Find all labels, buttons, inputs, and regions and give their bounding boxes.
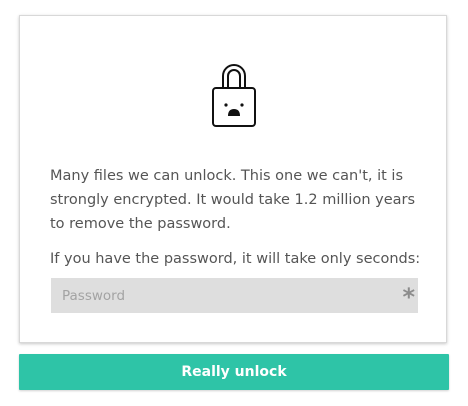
asterisk-icon: * xyxy=(402,283,415,311)
sad-lock-icon xyxy=(212,64,256,127)
really-unlock-button[interactable]: Really unlock xyxy=(19,354,449,390)
password-hint: If you have the password, it will take o… xyxy=(50,251,421,267)
password-input[interactable] xyxy=(51,278,418,313)
password-field: * xyxy=(51,278,418,313)
encryption-message: Many files we can unlock. This one we ca… xyxy=(50,168,416,232)
unlock-card: Many files we can unlock. This one we ca… xyxy=(19,15,447,343)
